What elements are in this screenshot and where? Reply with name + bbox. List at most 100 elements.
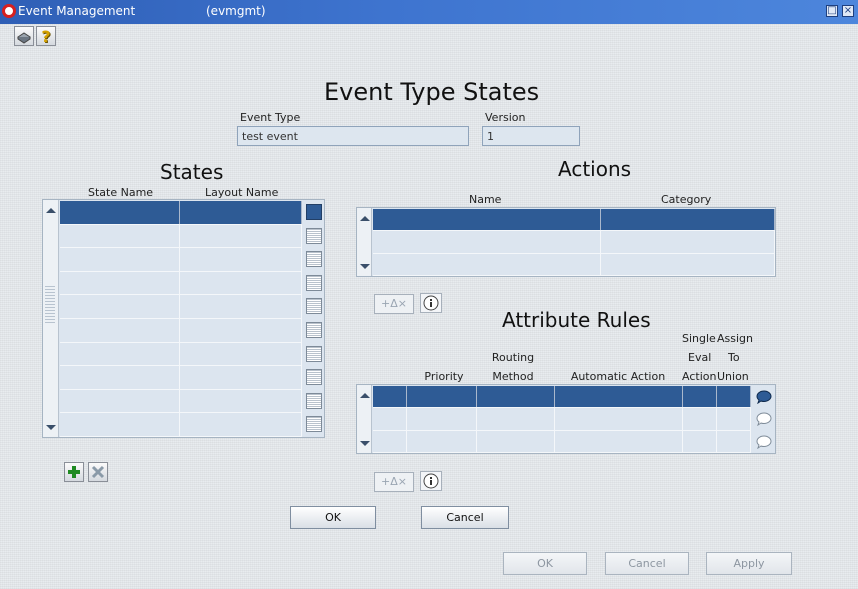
add-state-button[interactable] xyxy=(64,462,84,482)
priority-cell[interactable] xyxy=(407,386,477,408)
table-row[interactable] xyxy=(60,366,302,390)
row-selector-icon[interactable] xyxy=(306,251,322,268)
help-button[interactable]: ? xyxy=(36,26,56,46)
footer-apply-button[interactable]: Apply xyxy=(706,552,792,575)
row-selector-icon[interactable] xyxy=(306,369,322,386)
scroll-grip[interactable] xyxy=(45,285,55,323)
action-name-cell[interactable] xyxy=(373,231,601,253)
row-selector-icon[interactable] xyxy=(306,274,322,291)
table-row[interactable] xyxy=(60,248,302,272)
row-selector-icon[interactable] xyxy=(306,392,322,409)
comment-bubble-icon[interactable] xyxy=(755,411,773,427)
maximize-icon[interactable]: □ xyxy=(826,5,838,17)
automatic-action-cell[interactable] xyxy=(555,430,683,452)
state-name-cell[interactable] xyxy=(60,342,180,366)
version-field[interactable]: 1 xyxy=(482,126,580,146)
scroll-up-arrow-icon[interactable] xyxy=(46,208,56,213)
layout-name-cell[interactable] xyxy=(180,224,302,248)
state-name-cell[interactable] xyxy=(60,201,180,224)
row-selector-icon[interactable] xyxy=(306,416,322,433)
assign-to-union-cell[interactable] xyxy=(717,386,751,408)
state-name-cell[interactable] xyxy=(60,389,180,413)
delete-state-button[interactable] xyxy=(88,462,108,482)
table-row[interactable] xyxy=(373,386,751,409)
priority-cell[interactable] xyxy=(407,430,477,452)
routing-method-cell[interactable] xyxy=(477,386,555,408)
assign-to-union-cell[interactable] xyxy=(717,430,751,452)
save-button[interactable] xyxy=(14,26,34,46)
priority-cell[interactable] xyxy=(407,408,477,430)
cancel-button[interactable]: Cancel xyxy=(421,506,509,529)
row-selector-icon[interactable] xyxy=(306,298,322,315)
states-scrollbar[interactable] xyxy=(43,200,59,437)
row-selector-icon[interactable] xyxy=(306,345,322,362)
row-indicator-cell[interactable] xyxy=(373,408,407,430)
state-name-cell[interactable] xyxy=(60,366,180,389)
footer-ok-button[interactable]: OK xyxy=(503,552,587,575)
layout-name-cell[interactable] xyxy=(180,295,302,318)
layout-name-cell[interactable] xyxy=(180,342,302,366)
comment-bubble-icon[interactable] xyxy=(755,389,773,405)
row-indicator-cell[interactable] xyxy=(373,430,407,452)
close-icon[interactable]: × xyxy=(842,5,854,17)
scroll-up-arrow-icon[interactable] xyxy=(360,216,370,221)
table-row[interactable] xyxy=(60,389,302,414)
table-row[interactable] xyxy=(60,201,302,225)
layout-name-cell[interactable] xyxy=(180,366,302,389)
table-row[interactable] xyxy=(373,430,751,453)
scroll-down-arrow-icon[interactable] xyxy=(46,425,56,430)
layout-name-cell[interactable] xyxy=(180,319,302,342)
table-row[interactable] xyxy=(60,224,302,249)
table-row[interactable] xyxy=(373,253,775,276)
table-row[interactable] xyxy=(60,295,302,319)
single-eval-action-cell[interactable] xyxy=(683,386,717,408)
event-type-field[interactable]: test event xyxy=(237,126,469,146)
state-name-cell[interactable] xyxy=(60,248,180,271)
assign-to-union-cell[interactable] xyxy=(717,408,751,430)
routing-method-cell[interactable] xyxy=(477,430,555,452)
row-selector-icon[interactable] xyxy=(306,322,322,338)
scroll-down-arrow-icon[interactable] xyxy=(360,264,370,269)
table-row[interactable] xyxy=(60,271,302,296)
attribute-rules-info-button[interactable] xyxy=(420,471,442,491)
action-category-cell[interactable] xyxy=(601,253,775,275)
table-row[interactable] xyxy=(373,231,775,254)
table-row[interactable] xyxy=(60,413,302,437)
table-row[interactable] xyxy=(373,209,775,232)
action-category-cell[interactable] xyxy=(601,231,775,253)
footer-cancel-button[interactable]: Cancel xyxy=(605,552,689,575)
automatic-action-cell[interactable] xyxy=(555,408,683,430)
table-row[interactable] xyxy=(60,319,302,343)
actions-scrollbar[interactable] xyxy=(357,208,372,276)
single-eval-action-cell[interactable] xyxy=(683,408,717,430)
scroll-down-arrow-icon[interactable] xyxy=(360,441,370,446)
table-row[interactable] xyxy=(373,408,751,431)
attribute-rules-scrollbar[interactable] xyxy=(357,385,372,453)
actions-edit-button[interactable]: +Δ× xyxy=(374,294,414,314)
attribute-rules-edit-button[interactable]: +Δ× xyxy=(374,472,414,492)
action-category-cell[interactable] xyxy=(601,209,775,231)
layout-name-cell[interactable] xyxy=(180,389,302,413)
layout-name-cell[interactable] xyxy=(180,271,302,295)
layout-name-cell[interactable] xyxy=(180,201,302,224)
ok-button[interactable]: OK xyxy=(290,506,376,529)
table-row[interactable] xyxy=(60,342,302,367)
scroll-up-arrow-icon[interactable] xyxy=(360,393,370,398)
action-name-cell[interactable] xyxy=(373,253,601,275)
layout-name-cell[interactable] xyxy=(180,413,302,436)
single-eval-action-cell[interactable] xyxy=(683,430,717,452)
row-indicator-cell[interactable] xyxy=(373,386,407,408)
state-name-cell[interactable] xyxy=(60,319,180,342)
state-name-cell[interactable] xyxy=(60,224,180,248)
actions-info-button[interactable] xyxy=(420,293,442,313)
comment-bubble-icon[interactable] xyxy=(755,434,773,450)
state-name-cell[interactable] xyxy=(60,295,180,318)
row-selector-icon[interactable] xyxy=(306,227,322,244)
row-selector-icon[interactable] xyxy=(306,204,322,220)
state-name-cell[interactable] xyxy=(60,413,180,436)
automatic-action-cell[interactable] xyxy=(555,386,683,408)
action-name-cell[interactable] xyxy=(373,209,601,231)
layout-name-cell[interactable] xyxy=(180,248,302,271)
state-name-cell[interactable] xyxy=(60,271,180,295)
routing-method-cell[interactable] xyxy=(477,408,555,430)
